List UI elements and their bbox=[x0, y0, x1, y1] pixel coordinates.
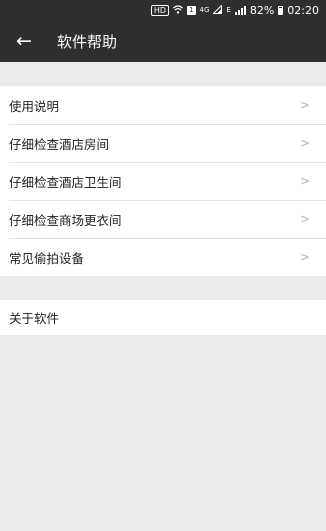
about-software-item[interactable]: 关于软件 bbox=[0, 300, 326, 335]
menu-item-usage-guide[interactable]: 使用说明 > bbox=[0, 86, 326, 124]
menu-item-fitting-room[interactable]: 仔细检查商场更衣间 > bbox=[0, 200, 326, 238]
help-menu-list: 使用说明 > 仔细检查酒店房间 > 仔细检查酒店卫生间 > 仔细检查商场更衣间 … bbox=[0, 86, 326, 276]
network-type-secondary: E bbox=[226, 6, 231, 14]
hd-badge: HD bbox=[150, 4, 170, 16]
menu-item-hotel-bathroom[interactable]: 仔细检查酒店卫生间 > bbox=[0, 162, 326, 200]
sim-badge: 1 bbox=[187, 5, 196, 15]
menu-item-label: 使用说明 bbox=[9, 98, 60, 114]
back-arrow-icon[interactable]: ← bbox=[0, 20, 48, 62]
menu-item-hotel-room[interactable]: 仔细检查酒店房间 > bbox=[0, 124, 326, 162]
wifi-icon bbox=[173, 4, 183, 17]
battery-percent: 82% bbox=[249, 3, 275, 17]
app-bar: ← 软件帮助 bbox=[0, 20, 326, 62]
network-type: 4G bbox=[199, 6, 210, 14]
chevron-right-icon: > bbox=[299, 212, 310, 226]
menu-item-label: 仔细检查酒店卫生间 bbox=[9, 174, 122, 190]
menu-item-label: 仔细检查酒店房间 bbox=[9, 136, 110, 152]
menu-item-label: 常见偷拍设备 bbox=[9, 250, 85, 266]
chevron-right-icon: > bbox=[299, 136, 310, 150]
page-title: 软件帮助 bbox=[57, 32, 118, 51]
chevron-right-icon: > bbox=[299, 174, 310, 188]
signal-icon bbox=[212, 3, 223, 17]
chevron-right-icon: > bbox=[299, 250, 310, 264]
about-label: 关于软件 bbox=[9, 311, 60, 326]
status-bar: HD 1 4G E 82% 02:20 bbox=[0, 0, 326, 20]
menu-item-common-spy-devices[interactable]: 常见偷拍设备 > bbox=[0, 238, 326, 276]
section-spacer bbox=[0, 276, 326, 300]
section-spacer bbox=[0, 62, 326, 86]
battery-icon bbox=[278, 5, 284, 15]
signal-bars-icon bbox=[234, 5, 246, 15]
chevron-right-icon: > bbox=[299, 98, 310, 112]
menu-item-label: 仔细检查商场更衣间 bbox=[9, 212, 122, 228]
clock: 02:20 bbox=[287, 3, 319, 17]
